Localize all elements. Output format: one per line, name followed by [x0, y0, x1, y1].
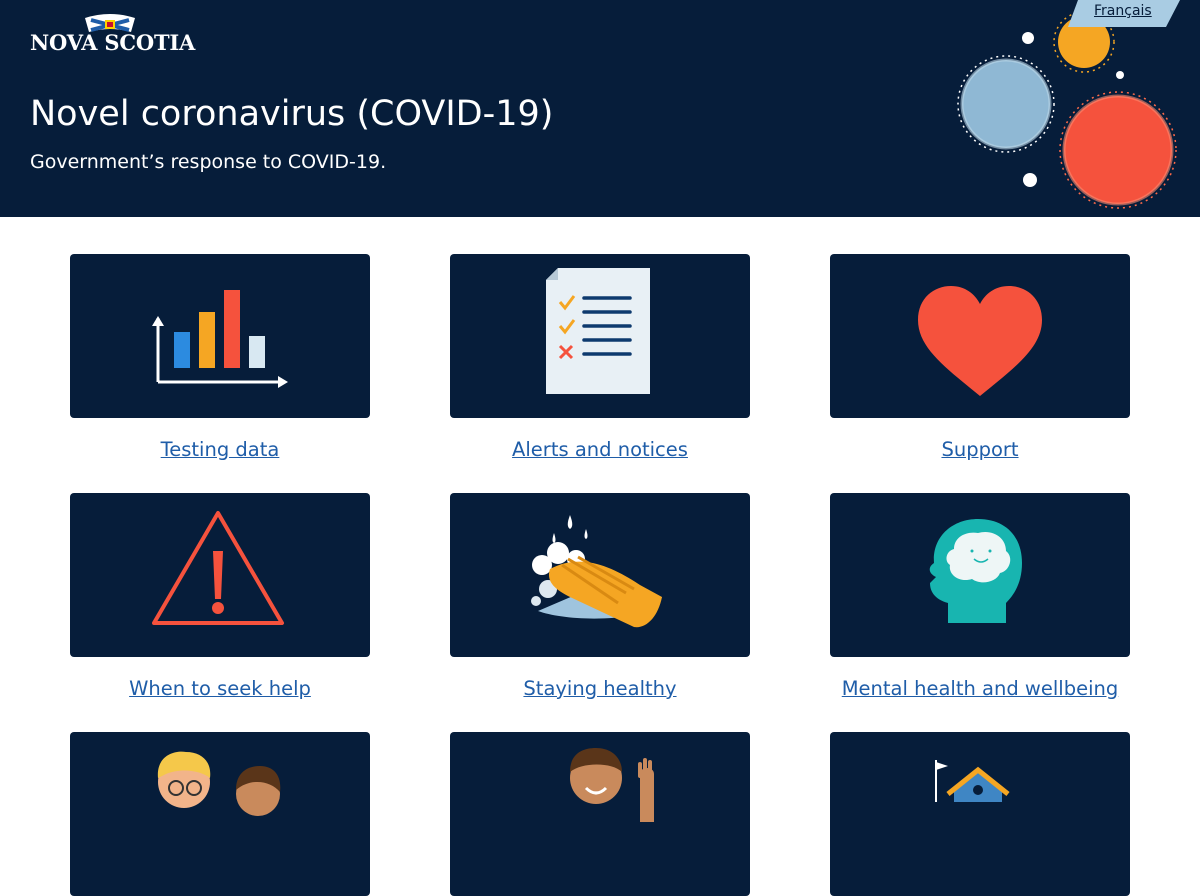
topic-grid: Testing data Alerts and notices Support …: [0, 0, 1200, 896]
link-mental-health[interactable]: Mental health and wellbeing: [790, 677, 1170, 700]
card-row3-left[interactable]: [70, 732, 370, 896]
card-support[interactable]: [830, 254, 1130, 418]
link-alerts-and-notices[interactable]: Alerts and notices: [410, 438, 790, 461]
link-support[interactable]: Support: [790, 438, 1170, 461]
handwashing-icon: [531, 515, 662, 628]
house-icon: [935, 760, 1010, 802]
checklist-icon: [546, 268, 650, 394]
link-testing-data[interactable]: Testing data: [30, 438, 410, 461]
link-staying-healthy[interactable]: Staying healthy: [410, 677, 790, 700]
bar-chart-icon: [152, 290, 288, 388]
card-row3-middle[interactable]: [450, 732, 750, 896]
card-alerts-and-notices[interactable]: [450, 254, 750, 418]
link-when-to-seek-help[interactable]: When to seek help: [30, 677, 410, 700]
card-staying-healthy[interactable]: [450, 493, 750, 657]
card-testing-data[interactable]: [70, 254, 370, 418]
card-mental-health[interactable]: [830, 493, 1130, 657]
card-row3-right[interactable]: [830, 732, 1130, 896]
waving-person-icon: [570, 748, 654, 822]
warning-icon: [152, 511, 284, 625]
people-icon: [157, 751, 281, 816]
brain-head-icon: [929, 519, 1022, 623]
card-when-to-seek-help[interactable]: [70, 493, 370, 657]
heart-icon: [918, 286, 1042, 396]
